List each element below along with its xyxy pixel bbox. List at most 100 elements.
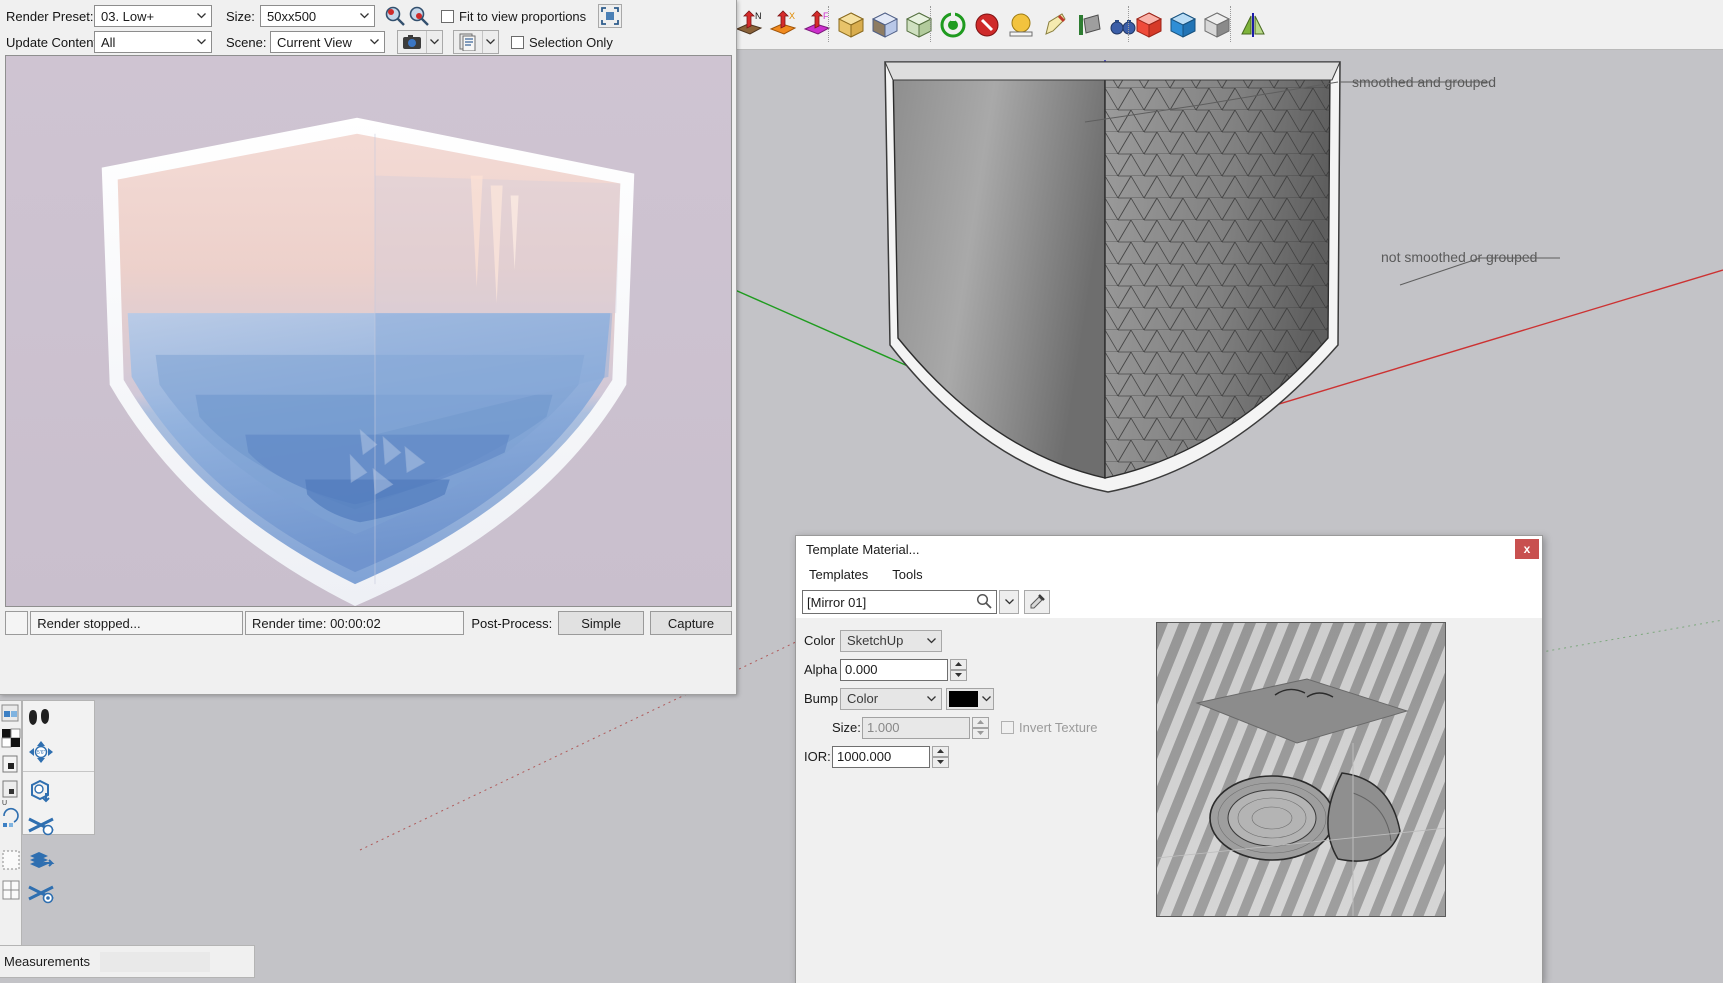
bump-color-swatch[interactable]	[946, 687, 994, 710]
measurements-bar[interactable]: Measurements	[0, 945, 255, 978]
render-preset-label: Render Preset:	[6, 8, 94, 24]
menu-templates[interactable]: Templates	[806, 565, 871, 584]
post-process-label: Post-Process:	[471, 615, 553, 631]
dialog-body: Color SketchUp Alpha 0.000 Bump Color Si…	[796, 618, 1542, 983]
vray-material-editor-icon[interactable]	[1039, 9, 1071, 41]
solid-inspector-icon[interactable]	[23, 774, 59, 808]
chevron-down-icon	[191, 6, 211, 26]
color-select[interactable]: SketchUp	[840, 629, 942, 652]
svg-text:U: U	[2, 800, 7, 807]
dialog-search-row: [Mirror 01]	[796, 586, 1542, 618]
vray-light-icon[interactable]	[1073, 9, 1105, 41]
solid-union-icon[interactable]	[835, 9, 867, 41]
left-rail-icons: U	[1, 704, 21, 900]
vray-stop-icon[interactable]	[971, 9, 1003, 41]
size-spinner[interactable]	[972, 716, 989, 739]
red-cube-icon[interactable]	[1133, 9, 1165, 41]
vray-lightgen-icon[interactable]	[1005, 9, 1037, 41]
render-preset-value: 03. Low+	[101, 8, 155, 24]
bump-size-input[interactable]: 1.000	[862, 716, 970, 739]
scene-value: Current View	[277, 34, 352, 50]
spinner-up[interactable]	[932, 745, 949, 757]
cleanup-settings-icon[interactable]	[23, 876, 59, 910]
rendered-shield-image	[6, 56, 731, 606]
render-preset-select[interactable]: 03. Low+	[94, 5, 212, 27]
solid-intersect-icon[interactable]	[869, 9, 901, 41]
alpha-spinner[interactable]	[950, 658, 967, 681]
gray-cube-icon[interactable]	[1201, 9, 1233, 41]
material-search-input[interactable]: [Mirror 01]	[802, 590, 997, 614]
fit-proportions-label: Fit to view proportions	[459, 8, 587, 24]
toolbar-group-solids	[834, 4, 936, 46]
vray-frame-buffer-window[interactable]: Render Preset: 03. Low+ Size: 50xx500 Fi…	[0, 0, 737, 695]
template-material-dialog[interactable]: Template Material... x Templates Tools […	[795, 535, 1543, 983]
row-alpha: Alpha 0.000	[804, 655, 1153, 684]
mirror-icon[interactable]	[1237, 9, 1269, 41]
camera-icon	[398, 31, 426, 53]
tray-divider	[23, 771, 94, 772]
size-select[interactable]: 50xx500	[260, 5, 375, 27]
search-icon[interactable]	[976, 593, 992, 612]
ior-input[interactable]: 1000.000	[832, 745, 930, 768]
swatch-color	[949, 690, 979, 707]
camera-snapshot-split-button[interactable]	[397, 30, 443, 54]
cleanup-model-icon[interactable]	[23, 808, 59, 842]
row-color: Color SketchUp	[804, 626, 1153, 655]
position-camera-icon[interactable]: 5'6"	[23, 735, 59, 769]
walk-tool-icon[interactable]	[23, 701, 59, 735]
layer-tools-icon[interactable]	[23, 842, 59, 876]
material-search-value: [Mirror 01]	[807, 594, 867, 610]
sandbox-tools-tray[interactable]: 5'6"	[22, 700, 95, 904]
dialog-titlebar[interactable]: Template Material... x	[796, 536, 1542, 562]
capture-button[interactable]: Capture	[649, 611, 732, 635]
measurements-input[interactable]	[99, 951, 210, 972]
toolbar-group-axes: N X F	[732, 4, 834, 46]
fit-image-icon[interactable]	[598, 4, 623, 28]
spinner-up[interactable]	[950, 658, 967, 670]
spinner-down[interactable]	[932, 756, 949, 768]
spinner-down[interactable]	[950, 669, 967, 681]
close-icon[interactable]: x	[1515, 539, 1539, 559]
spinner-down[interactable]	[972, 727, 989, 739]
dialog-menubar: Templates Tools	[796, 562, 1542, 586]
zoom-out-render-icon[interactable]	[407, 4, 431, 28]
scene-select[interactable]: Current View	[270, 31, 385, 53]
material-properties-panel: Color SketchUp Alpha 0.000 Bump Color Si…	[796, 618, 1153, 771]
scene-label: Scene:	[226, 34, 267, 50]
axis-n-icon[interactable]: N	[733, 9, 765, 41]
blue-cube-icon[interactable]	[1167, 9, 1199, 41]
chevron-down-icon	[980, 689, 993, 709]
row-bump: Bump Color	[804, 684, 1153, 713]
update-content-select[interactable]: All	[94, 31, 212, 53]
axis-x-icon[interactable]: X	[767, 9, 799, 41]
chevron-down-icon	[426, 31, 442, 53]
fit-to-view-proportions-checkbox[interactable]: Fit to view proportions	[441, 9, 586, 24]
simple-button[interactable]: Simple	[558, 611, 644, 635]
material-preview[interactable]	[1156, 622, 1446, 917]
color-value: SketchUp	[847, 633, 904, 648]
zoom-in-render-icon[interactable]	[383, 4, 407, 28]
toolbar-separator	[828, 6, 832, 42]
bump-select[interactable]: Color	[840, 687, 942, 710]
eyedropper-icon[interactable]	[1024, 590, 1050, 614]
alpha-input[interactable]: 0.000	[840, 658, 948, 681]
chevron-down-icon	[921, 689, 941, 709]
update-content-value: All	[101, 34, 116, 50]
left-icon-rail[interactable]: U	[0, 700, 22, 950]
preview-render	[1157, 623, 1445, 916]
spinner-up[interactable]	[972, 716, 989, 728]
render-image-area[interactable]	[5, 55, 732, 607]
toolbar-separator	[930, 6, 934, 42]
vray-render-icon[interactable]	[937, 9, 969, 41]
invert-texture-checkbox[interactable]: Invert Texture	[1001, 720, 1098, 735]
row-size: Size: 1.000 Invert Texture	[804, 713, 1153, 742]
render-state-box: Render stopped...	[30, 611, 244, 635]
render-time-box: Render time: 00:00:02	[245, 611, 465, 635]
search-dropdown-button[interactable]	[999, 590, 1019, 614]
menu-tools[interactable]: Tools	[889, 565, 925, 584]
history-split-button[interactable]	[453, 30, 499, 54]
selection-only-checkbox[interactable]: Selection Only	[511, 35, 613, 50]
toolbar-group-cubes	[1132, 4, 1234, 46]
ior-spinner[interactable]	[932, 745, 949, 768]
annotation-not-smoothed: not smoothed or grouped	[1381, 249, 1538, 265]
